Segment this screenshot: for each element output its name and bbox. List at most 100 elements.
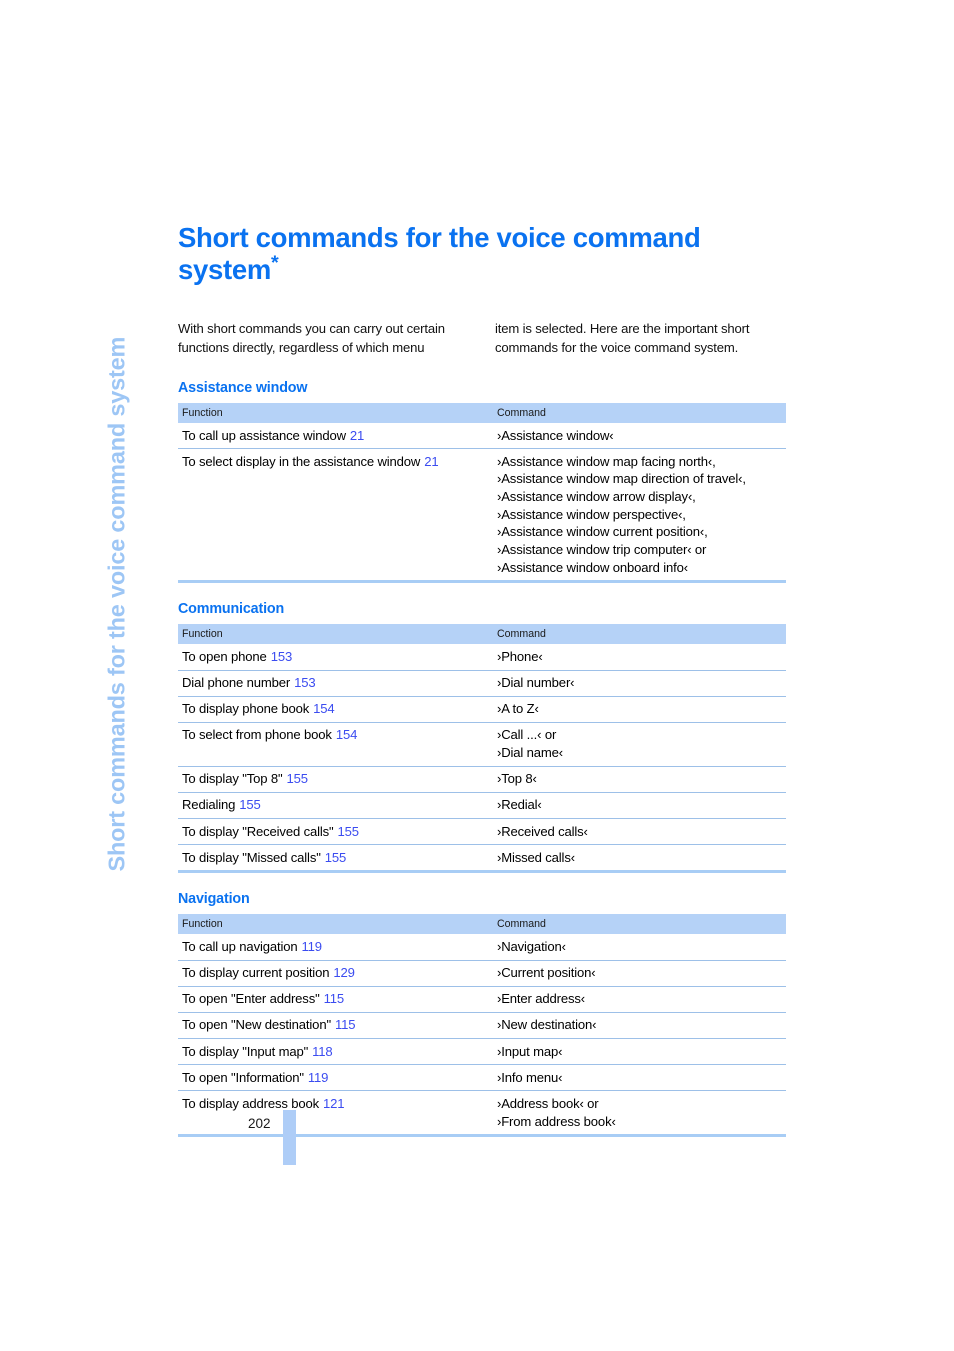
function-label: To call up navigation — [182, 938, 298, 954]
command-cell: ›Call ...‹ or ›Dial name‹ — [493, 721, 786, 767]
command-cell: ›A to Z‹ — [493, 695, 786, 723]
command-phrase: ›Dial name‹ — [497, 745, 564, 761]
function-label: To display "Input map" — [182, 1043, 309, 1059]
command-phrase: ›Navigation‹ — [497, 938, 566, 954]
page-reference-link[interactable]: 154 — [313, 701, 335, 716]
table-row: To open phone 153 ›Phone‹ — [178, 644, 786, 670]
function-cell: To call up assistance window 21 — [178, 423, 493, 449]
command-cell: ›Assistance window‹ — [493, 423, 786, 449]
running-head-text: Short commands for the voice command sys… — [103, 336, 130, 871]
column-header-command: Command — [493, 624, 786, 645]
command-phrase: ›Assistance window trip computer‹ or — [497, 542, 707, 558]
function-cell: To display "Received calls" 155 — [178, 818, 493, 845]
page-reference-link[interactable]: 155 — [287, 771, 309, 786]
sections-container: Assistance window Function Command To call … — [178, 380, 786, 1155]
command-phrase: ›Dial number‹ — [497, 675, 575, 691]
command-cell: ›Assistance window map facing north‹, ›As… — [493, 448, 786, 584]
function-cell: To open "Information" 119 — [178, 1064, 493, 1091]
command-phrase: ›Missed calls‹ — [497, 849, 575, 865]
page-number: 202 — [248, 1116, 271, 1131]
function-cell: To display "Input map" 118 — [178, 1038, 493, 1065]
command-cell: ›Input map‹ — [493, 1038, 786, 1065]
command-cell: ›Navigation‹ — [493, 934, 786, 960]
table-row: To display "Top 8" 155 ›Top 8‹ — [178, 765, 786, 793]
function-label: To display "Top 8" — [182, 771, 283, 787]
command-phrase: ›Phone‹ — [497, 648, 543, 664]
function-label: To select from phone book — [182, 727, 332, 743]
page-reference-link[interactable]: 154 — [336, 727, 358, 742]
page-reference-link[interactable]: 119 — [308, 1070, 329, 1085]
table-row: Redialing 155 ›Redial‹ — [178, 791, 786, 819]
command-phrase: ›Input map‹ — [497, 1043, 563, 1059]
page-reference-link[interactable]: 119 — [302, 939, 323, 954]
column-header-command: Command — [493, 403, 786, 423]
command-phrase: ›Assistance window onboard info‹ — [497, 559, 688, 575]
page-reference-link[interactable]: 118 — [312, 1044, 333, 1059]
function-cell: To call up navigation 119 — [178, 934, 493, 960]
intro-column-left: With short commands you can carry out ce… — [178, 321, 445, 355]
table-row: To display "Received calls" 155 ›Received … — [178, 818, 786, 845]
page-reference-link[interactable]: 21 — [424, 454, 438, 469]
column-header-command: Command — [493, 914, 786, 935]
table-row: To display current position 129 ›Current p… — [178, 959, 786, 987]
function-label: To select display in the assistance wind… — [182, 453, 421, 469]
command-phrase: ›Received calls‹ — [497, 823, 588, 839]
table-header-row: Function Command — [178, 624, 786, 645]
section-heading: Assistance window — [178, 380, 308, 396]
function-cell: To open phone 153 — [178, 644, 493, 670]
command-phrase: ›Assistance window map direction of trav… — [497, 471, 746, 487]
command-phrase: ›Assistance window arrow display‹, — [497, 489, 696, 505]
table-row: To open "Enter address" 115 ›Enter address… — [178, 985, 786, 1013]
command-cell: ›Enter address‹ — [493, 985, 786, 1013]
page-reference-link[interactable]: 155 — [239, 797, 261, 812]
table-row: To call up assistance window 21 ›Assistanc… — [178, 423, 786, 449]
command-phrase: ›Assistance window current position‹, — [497, 524, 708, 540]
function-cell: To select display in the assistance wind… — [178, 448, 493, 584]
command-phrase: ›Call ...‹ or — [497, 727, 557, 743]
command-phrase: ›Info menu‹ — [497, 1069, 563, 1085]
page-reference-link[interactable]: 121 — [323, 1096, 345, 1111]
page-reference-link[interactable]: 115 — [335, 1017, 356, 1032]
table-row: To display phone book 154 ›A to Z‹ — [178, 695, 786, 723]
page-title: Short commands for the voice command sys… — [178, 222, 778, 285]
command-phrase: ›Assistance window map facing north‹, — [497, 453, 716, 469]
function-cell: Redialing 155 — [178, 791, 493, 819]
section-heading: Communication — [178, 601, 285, 618]
function-label: Dial phone number — [182, 675, 291, 691]
table-row: To display "Missed calls" 155 ›Missed call… — [178, 844, 786, 874]
table-row: To select from phone book 154 ›Call ...‹ o… — [178, 721, 786, 767]
commands-table: Function Command To call up assistance win… — [178, 403, 786, 584]
function-cell: To open "New destination" 115 — [178, 1011, 493, 1039]
function-label: To display "Missed calls" — [182, 849, 321, 865]
table-row: To open "New destination" 115 ›New destina… — [178, 1011, 786, 1039]
page-reference-link[interactable]: 21 — [350, 428, 364, 443]
command-phrase: ›Current position‹ — [497, 965, 596, 981]
intro-paragraphs: With short commands you can carry out ce… — [178, 320, 786, 357]
function-cell: To select from phone book 154 — [178, 721, 493, 767]
function-label: To display "Received calls" — [182, 823, 334, 839]
function-label: To open phone — [182, 648, 267, 664]
function-label: To call up assistance window — [182, 427, 346, 443]
page-reference-link[interactable]: 153 — [271, 649, 293, 664]
table-row: To select display in the assistance wind… — [178, 448, 786, 584]
page-reference-link[interactable]: 129 — [333, 965, 355, 980]
function-label: To open "New destination" — [182, 1017, 331, 1033]
command-phrase: ›Assistance window perspective‹, — [497, 506, 686, 522]
command-phrase: ›Assistance window‹ — [497, 427, 614, 443]
page-footer: 202 — [178, 1110, 786, 1180]
function-cell: Dial phone number 153 — [178, 669, 493, 697]
function-label: To display current position — [182, 965, 330, 981]
command-cell: ›Missed calls‹ — [493, 844, 786, 874]
page-reference-link[interactable]: 155 — [338, 824, 360, 839]
function-cell: To display phone book 154 — [178, 695, 493, 723]
function-label: To open "Information" — [182, 1069, 304, 1085]
command-cell: ›Phone‹ — [493, 644, 786, 670]
function-label: To display phone book — [182, 701, 310, 717]
running-head-tab: Short commands for the voice command sys… — [0, 0, 178, 1351]
footnote-mark: * — [271, 251, 279, 274]
section-heading: Navigation — [178, 891, 250, 908]
page-reference-link[interactable]: 155 — [325, 850, 347, 865]
command-cell: ›Info menu‹ — [493, 1064, 786, 1091]
page-reference-link[interactable]: 153 — [294, 675, 316, 690]
page-reference-link[interactable]: 115 — [324, 991, 345, 1006]
